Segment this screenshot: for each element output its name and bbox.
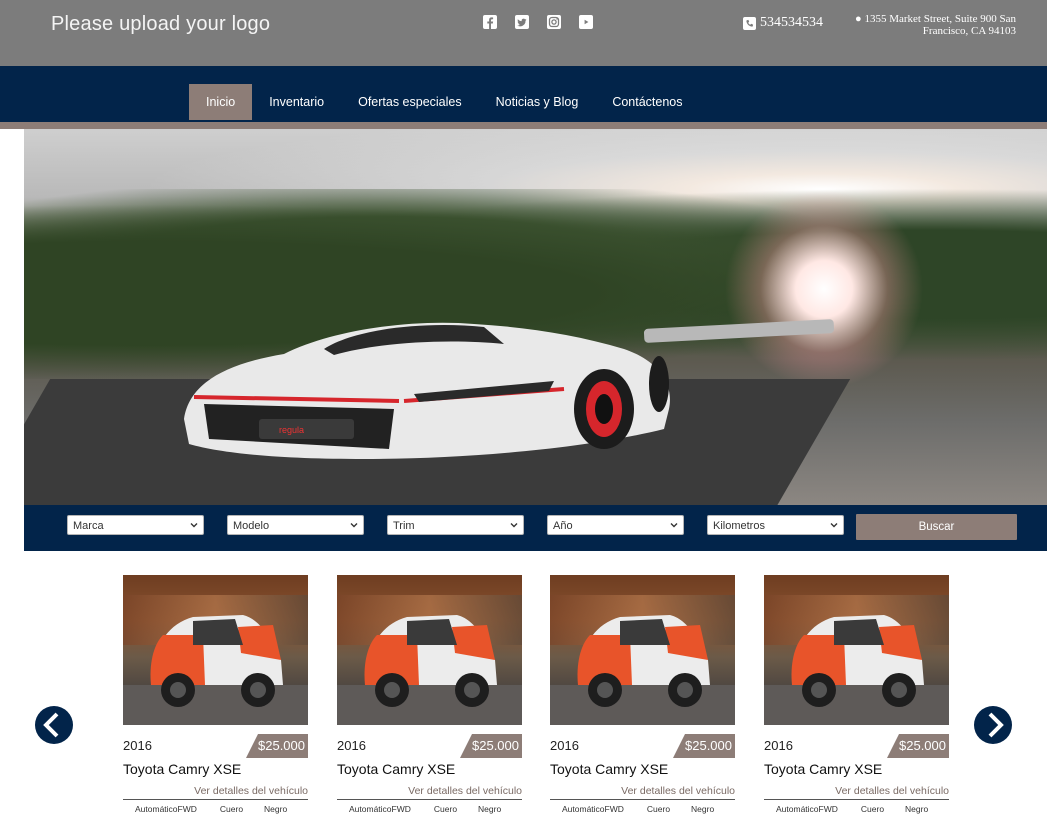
sports-car-illustration: regula (184, 322, 670, 459)
vehicle-specs: Automático FWD Cuero Negro (337, 804, 522, 814)
spec-color: Negro (478, 804, 502, 814)
vehicle-price: $25.000 (685, 738, 732, 753)
chevron-down-icon (670, 523, 678, 528)
chevron-down-icon (510, 523, 518, 528)
car-illustration (150, 615, 283, 707)
spec-transmission: Automático (135, 804, 178, 814)
select-modelo[interactable]: Modelo (227, 515, 364, 535)
select-marca-value: Marca (73, 520, 104, 532)
vehicle-card[interactable]: 2016 $25.000 Toyota Camry XSE Ver detall… (337, 575, 522, 814)
select-trim-value: Trim (393, 520, 415, 532)
select-kilometros[interactable]: Kilometros (707, 515, 844, 535)
select-kilometros-value: Kilometros (713, 520, 765, 532)
phone-text: 534534534 (760, 15, 823, 30)
youtube-icon[interactable] (579, 15, 593, 29)
nav-item-inicio[interactable]: Inicio (189, 84, 253, 120)
nav-accent-strip (0, 122, 1047, 129)
vehicle-year: 2016 (764, 738, 793, 753)
nav-item-contactenos[interactable]: Contáctenos (595, 84, 699, 120)
spec-interior: Cuero (646, 804, 671, 814)
vehicle-price: $25.000 (472, 738, 519, 753)
spec-color: Negro (691, 804, 715, 814)
spec-interior: Cuero (433, 804, 458, 814)
spec-drive: FWD (391, 804, 411, 814)
nav-item-inventario[interactable]: Inventario (252, 84, 341, 120)
vehicle-specs: Automático FWD Cuero Negro (764, 804, 949, 814)
vehicle-price: $25.000 (258, 738, 305, 753)
vehicle-specs: Automático FWD Cuero Negro (550, 804, 735, 814)
car-illustration (791, 615, 924, 707)
spec-transmission: Automático (349, 804, 392, 814)
spec-drive: FWD (604, 804, 624, 814)
site-logo[interactable]: Please upload your logo (51, 13, 270, 36)
car-illustration (577, 615, 710, 707)
car-illustration (364, 615, 497, 707)
select-ano[interactable]: Año (547, 515, 684, 535)
vehicle-photo[interactable] (550, 575, 735, 725)
select-trim[interactable]: Trim (387, 515, 524, 535)
sun-flare (724, 189, 924, 389)
chevron-down-icon (350, 523, 358, 528)
card-info: 2016 $25.000 (123, 725, 308, 773)
view-details-link[interactable]: Ver detalles del vehículo (123, 785, 308, 800)
spec-interior: Cuero (219, 804, 244, 814)
vehicle-photo[interactable] (123, 575, 308, 725)
vehicle-card[interactable]: 2016 $25.000 Toyota Camry XSE Ver detall… (123, 575, 308, 814)
search-bar: Marca Modelo Trim Año Kilometros Buscar (24, 505, 1047, 551)
facebook-icon[interactable] (483, 15, 497, 29)
spec-transmission: Automático (562, 804, 605, 814)
address-line-1: 1355 Market Street, Suite 900 San (864, 13, 1016, 25)
select-marca[interactable]: Marca (67, 515, 204, 535)
chevron-down-icon (190, 523, 198, 528)
svg-text:regula: regula (279, 425, 304, 435)
search-button[interactable]: Buscar (856, 514, 1017, 540)
map-pin-icon: ● (855, 13, 862, 25)
vehicle-year: 2016 (337, 738, 366, 753)
nav-item-noticias[interactable]: Noticias y Blog (479, 84, 596, 120)
spec-color: Negro (905, 804, 929, 814)
vehicle-card[interactable]: 2016 $25.000 Toyota Camry XSE Ver detall… (764, 575, 949, 814)
phone-number[interactable]: 534534534 (743, 15, 823, 31)
spec-transmission: Automático (776, 804, 819, 814)
vehicle-photo[interactable] (764, 575, 949, 725)
select-modelo-value: Modelo (233, 520, 270, 532)
phone-icon (743, 16, 756, 30)
social-links (483, 15, 593, 29)
select-ano-value: Año (553, 520, 573, 532)
view-details-link[interactable]: Ver detalles del vehículo (337, 785, 522, 800)
card-info: 2016 $25.000 (550, 725, 735, 773)
spec-color: Negro (264, 804, 288, 814)
card-info: 2016 $25.000 (337, 725, 522, 773)
carousel-prev-button[interactable] (35, 706, 73, 744)
twitter-icon[interactable] (515, 15, 529, 29)
hero-banner-image: regula (24, 129, 1047, 505)
top-bar: Please upload your logo 534534534 ● 1355… (0, 0, 1047, 66)
view-details-link[interactable]: Ver detalles del vehículo (550, 785, 735, 800)
nav-item-ofertas[interactable]: Ofertas especiales (341, 84, 479, 120)
vehicle-photo[interactable] (337, 575, 522, 725)
chevron-down-icon (830, 523, 838, 528)
spec-drive: FWD (177, 804, 197, 814)
vehicle-specs: Automático FWD Cuero Negro (123, 804, 308, 814)
carousel-next-button[interactable] (974, 706, 1012, 744)
vehicle-year: 2016 (550, 738, 579, 753)
spec-interior: Cuero (860, 804, 885, 814)
address: ● 1355 Market Street, Suite 900 San Fran… (836, 13, 1016, 37)
chevron-right-icon (988, 712, 1004, 738)
vehicle-card[interactable]: 2016 $25.000 Toyota Camry XSE Ver detall… (550, 575, 735, 814)
view-details-link[interactable]: Ver detalles del vehículo (764, 785, 949, 800)
address-line-2: Francisco, CA 94103 (922, 25, 1016, 37)
spec-drive: FWD (818, 804, 838, 814)
instagram-icon[interactable] (547, 15, 561, 29)
card-info: 2016 $25.000 (764, 725, 949, 773)
main-nav: Inicio Inventario Ofertas especiales Not… (189, 84, 700, 120)
vehicle-year: 2016 (123, 738, 152, 753)
chevron-left-icon (43, 712, 59, 738)
vehicle-price: $25.000 (899, 738, 946, 753)
